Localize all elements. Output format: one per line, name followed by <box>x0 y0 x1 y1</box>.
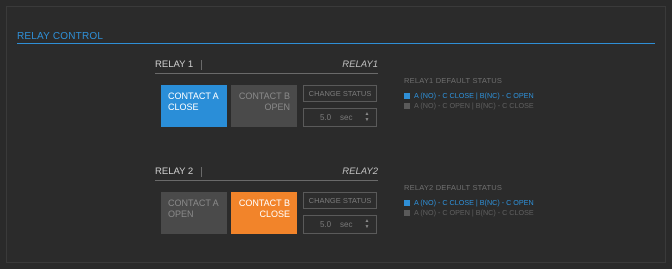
relay-2-contact-b-line1: CONTACT B <box>238 198 290 208</box>
relay-2-default-option-1-label: A (NO) - C CLOSE | B(NC) - C OPEN <box>414 198 534 207</box>
relay-2-default-option-1[interactable]: A (NO) - C CLOSE | B(NC) - C OPEN <box>404 198 534 207</box>
square-bullet-icon <box>404 102 410 109</box>
relay-2-default-option-2-label: A (NO) - C OPEN | B(NC) - C CLOSE <box>414 208 534 217</box>
relay-1-section: RELAY 1 RELAY1 CONTACT A CLOSE CONTACT B… <box>155 59 672 145</box>
relay-1-default-option-1-label: A (NO) - C CLOSE | B(NC) - C OPEN <box>414 91 534 100</box>
relay-1-duration-unit: sec <box>340 113 353 122</box>
relay-2-name: RELAY2 <box>342 166 378 177</box>
relay-1-contact-a-line2: CLOSE <box>168 102 199 112</box>
relay-1-name: RELAY1 <box>342 59 378 70</box>
relay-1-duration-stepper[interactable]: 5.0 sec ▲ ▼ <box>303 108 377 127</box>
relay-2-header: RELAY 2 RELAY2 <box>155 166 378 181</box>
up-down-arrows-icon[interactable]: ▲ ▼ <box>363 218 371 231</box>
relay-2-label: RELAY 2 <box>155 166 194 177</box>
relay-2-contact-a-line1: CONTACT A <box>168 198 219 208</box>
relay-1-label: RELAY 1 <box>155 59 194 70</box>
relay-2-duration-unit: sec <box>340 220 353 229</box>
relay-1-header: RELAY 1 RELAY1 <box>155 59 378 74</box>
relay-1-change-status-button[interactable]: CHANGE STATUS <box>303 85 377 102</box>
relay-1-default-status-title: RELAY1 DEFAULT STATUS <box>404 76 503 85</box>
relay-2-contact-a-button[interactable]: CONTACT A OPEN <box>161 192 227 234</box>
relay-2-contact-b-button[interactable]: CONTACT B CLOSE <box>231 192 297 234</box>
relay-2-default-status-title: RELAY2 DEFAULT STATUS <box>404 183 503 192</box>
relay-2-section: RELAY 2 RELAY2 CONTACT A OPEN CONTACT B … <box>155 166 672 252</box>
relay-1-contact-b-line1: CONTACT B <box>238 91 290 101</box>
relay-1-contact-b-button[interactable]: CONTACT B OPEN <box>231 85 297 127</box>
up-down-arrows-icon[interactable]: ▲ ▼ <box>363 111 371 124</box>
square-bullet-icon <box>404 209 410 216</box>
relay-2-default-option-2[interactable]: A (NO) - C OPEN | B(NC) - C CLOSE <box>404 208 534 217</box>
relay-2-contact-b-line2: CLOSE <box>259 209 290 219</box>
relay-1-contact-a-line1: CONTACT A <box>168 91 219 101</box>
relay-1-separator <box>201 60 202 70</box>
relay-2-separator <box>201 167 202 177</box>
relay-1-default-option-2-label: A (NO) - C OPEN | B(NC) - C CLOSE <box>414 101 534 110</box>
square-bullet-icon <box>404 92 410 99</box>
relay-2-change-status-button[interactable]: CHANGE STATUS <box>303 192 377 209</box>
relay-2-duration-stepper[interactable]: 5.0 sec ▲ ▼ <box>303 215 377 234</box>
relay-1-contact-b-line2: OPEN <box>264 102 290 112</box>
panel-title: RELAY CONTROL <box>17 31 104 42</box>
relay-2-contact-a-line2: OPEN <box>168 209 194 219</box>
relay-1-duration-value: 5.0 <box>320 113 332 122</box>
relay-1-contact-a-button[interactable]: CONTACT A CLOSE <box>161 85 227 127</box>
title-divider <box>17 43 655 44</box>
relay-1-default-option-2[interactable]: A (NO) - C OPEN | B(NC) - C CLOSE <box>404 101 534 110</box>
relay-2-duration-value: 5.0 <box>320 220 332 229</box>
square-bullet-icon <box>404 199 410 206</box>
relay-control-panel: RELAY CONTROL RELAY 1 RELAY1 CONTACT A C… <box>6 6 666 263</box>
relay-1-default-option-1[interactable]: A (NO) - C CLOSE | B(NC) - C OPEN <box>404 91 534 100</box>
